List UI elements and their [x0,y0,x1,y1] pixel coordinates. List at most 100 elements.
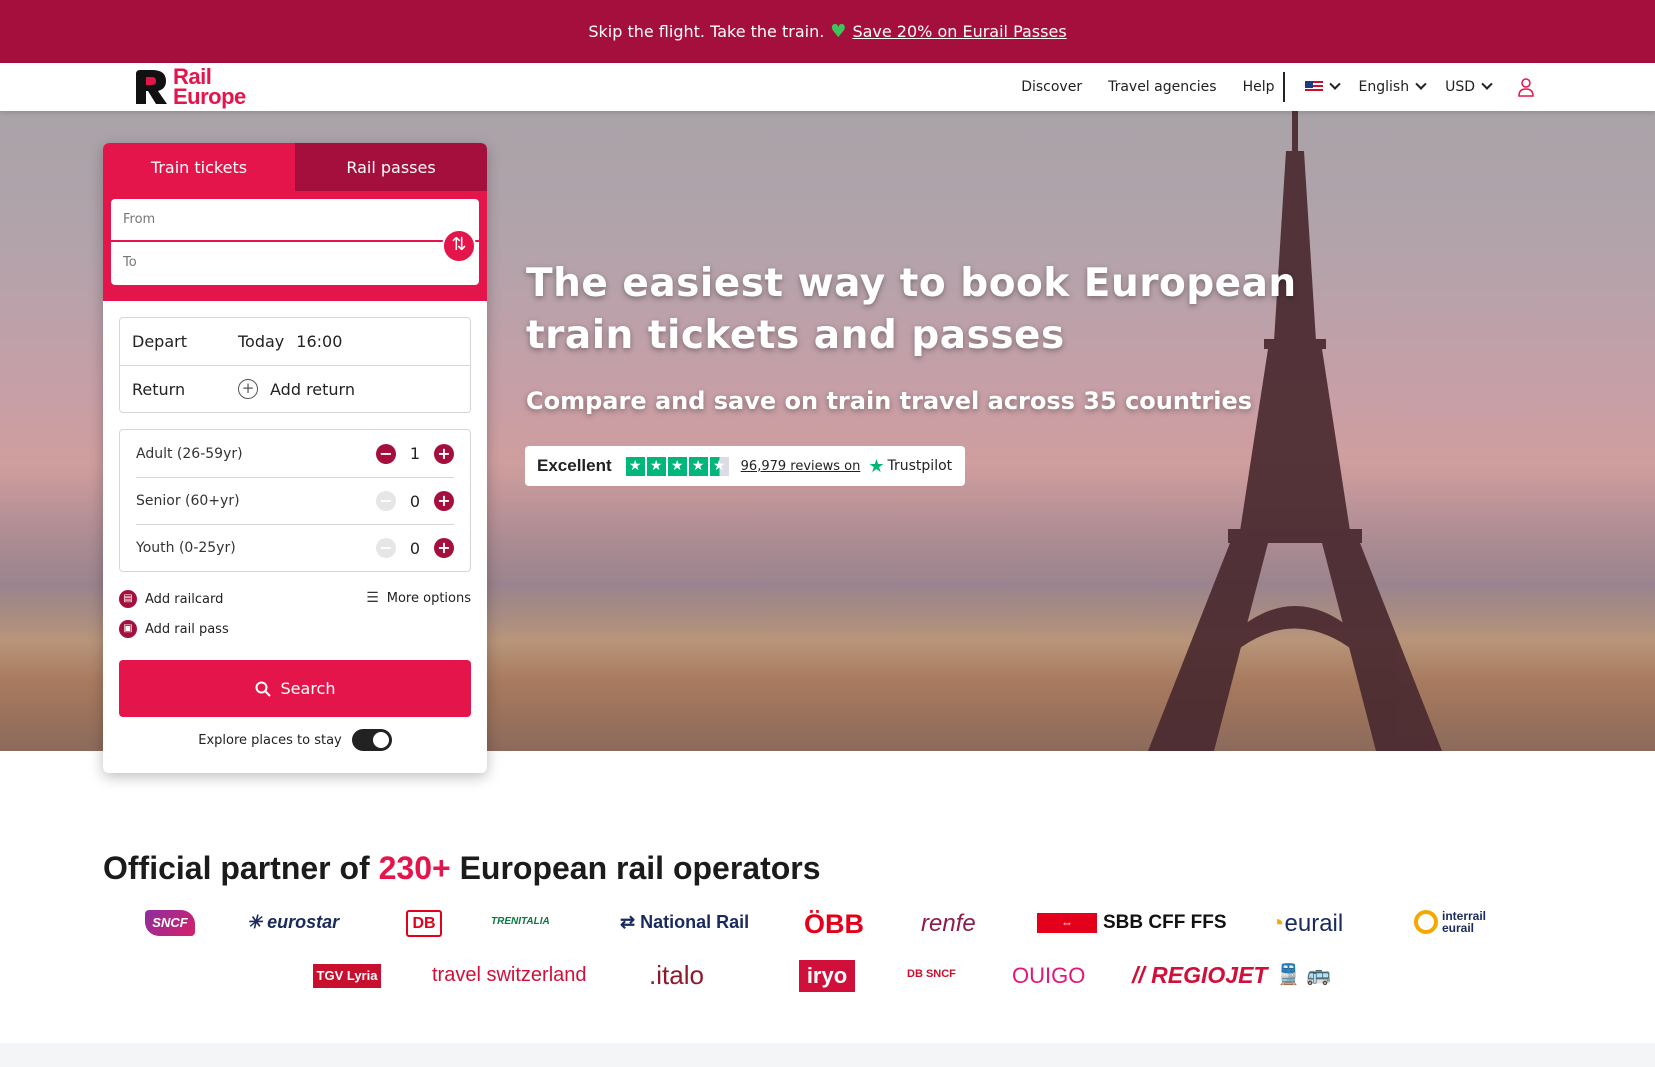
swap-stations-button[interactable]: ⇅ [442,229,476,263]
decrement-button[interactable]: − [376,443,396,464]
star-icon: ★ [667,456,687,476]
swap-arrows-icon: ⇅ [451,234,467,255]
explore-label: Explore places to stay [198,732,342,748]
language-selector[interactable]: English [1358,78,1427,95]
language-label: English [1358,79,1410,95]
trenitalia-logo: TRENITALIA [491,916,550,927]
trustpilot-star-icon: ★ [868,455,885,477]
passenger-row-adult: Adult (26-59yr) − 1 + [136,430,454,477]
from-input[interactable]: From [111,199,479,242]
od-box: From To ⇅ [111,199,479,285]
renfe-logo: renfe [921,910,976,937]
passenger-count: 0 [409,538,421,558]
tab-rail-passes[interactable]: Rail passes [295,143,487,191]
chevron-down-icon [1481,78,1493,90]
partner-logos-row2: TGV Lyria travel switzerland .italo iryo… [0,960,1655,992]
obb-logo: ÖBB [804,909,864,939]
currency-label: USD [1445,79,1475,95]
trustpilot-stars: ★ ★ ★ ★ ★ [625,456,729,476]
to-input[interactable]: To [111,242,479,285]
regiojet-logo: // REGIOJET [1132,962,1268,988]
widget-tabs: Train tickets Rail passes [103,143,487,191]
partner-logos-row1: SNCF ✳ eurostar DB TRENITALIA ⇄ National… [0,908,1655,940]
partners-title-count: 230+ [378,850,451,886]
add-rail-pass-button[interactable]: ▣ Add rail pass [119,620,229,638]
passenger-row-senior: Senior (60+yr) − 0 + [136,477,454,524]
promo-link[interactable]: Save 20% on Eurail Passes [852,22,1066,41]
star-icon: ★ [646,456,666,476]
add-railcard-button[interactable]: ▤ Add railcard [119,590,223,608]
extra-options: ▤ Add railcard ☰ More options ▣ Add rail… [119,588,471,644]
country-selector[interactable] [1304,78,1341,93]
decrement-button[interactable]: − [376,491,396,511]
increment-button[interactable]: + [434,538,454,558]
trustpilot-reviews-link[interactable]: 96,979 reviews on [741,459,861,474]
sbb-logo: ⇔ SBB CFF FFS [1037,912,1227,934]
sbb-text: SBB CFF FFS [1103,912,1227,933]
currency-selector[interactable]: USD [1445,78,1493,95]
trustpilot-logo: ★ Trustpilot [868,456,952,477]
logo-line2: Europe [173,84,246,109]
interrail-mark-icon [1414,910,1438,934]
eurail-logo: ◔eurail [1270,910,1343,938]
footer-strip [0,1043,1655,1067]
return-row[interactable]: Return + Add return [120,365,470,412]
more-options-button[interactable]: ☰ More options [366,590,471,606]
dates-box: Depart Today 16:00 Return + Add return [119,317,471,413]
increment-button[interactable]: + [434,443,454,464]
green-heart-icon: ♥ [830,21,847,42]
hero-subheading: Compare and save on train travel across … [526,387,1253,415]
star-icon: ★ [688,456,708,476]
travel-switzerland-logo: travel switzerland [432,964,587,986]
interrail-text: interrail eurail [1442,909,1487,935]
railcard-icon: ▤ [119,590,137,608]
sliders-icon: ☰ [366,590,379,606]
search-icon [255,681,271,697]
star-icon: ★ [625,456,645,476]
partners-title: Official partner of 230+ European rail o… [103,850,821,887]
nav-travel-agencies[interactable]: Travel agencies [1108,79,1217,95]
ouigo-logo: OUIGO [1012,963,1086,988]
explore-stays: Explore places to stay [103,729,487,751]
user-account-icon[interactable] [1517,77,1535,97]
tab-train-tickets[interactable]: Train tickets [103,143,295,191]
rail-europe-logo[interactable]: Rail Europe [134,66,258,109]
depart-label: Depart [132,332,187,351]
partners-title-suffix: European rail operators [459,850,821,886]
partners-title-prefix: Official partner of [103,850,370,886]
add-rail-pass-label: Add rail pass [145,621,229,637]
trustpilot-widget[interactable]: Excellent ★ ★ ★ ★ ★ 96,979 reviews on ★ … [525,446,965,486]
passenger-label: Youth (0-25yr) [136,540,236,556]
db-sncf-logo: DB SNCF [907,968,956,980]
nav-discover[interactable]: Discover [1021,79,1082,95]
logo-text: Rail Europe [173,66,246,109]
increment-button[interactable]: + [434,491,454,511]
passenger-count: 1 [409,444,421,463]
add-return-button[interactable]: Add return [270,380,355,399]
tgv-lyria-logo: TGV Lyria [313,964,381,988]
half-star-icon: ★ [709,456,729,476]
eurostar-logo: ✳ eurostar [247,912,340,932]
national-rail-text: National Rail [640,912,750,932]
origin-destination: From To ⇅ [103,191,487,301]
promo-banner: Skip the flight. Take the train. ♥ Save … [0,0,1655,63]
more-options-label: More options [386,590,471,606]
interrail-logo: interrail eurail [1414,910,1498,934]
decrement-button[interactable]: − [376,538,396,558]
italo-logo: .italo [649,960,704,990]
top-nav: Discover Travel agencies Help English US… [995,63,1535,111]
bus-icon: 🚌 [1306,964,1331,986]
passenger-label: Senior (60+yr) [136,493,240,509]
us-flag-icon [1304,81,1323,93]
regiojet-text: REGIOJET [1151,962,1268,988]
national-rail-logo: ⇄ National Rail [620,912,750,932]
train-icon: 🚆 [1276,964,1301,986]
trustpilot-brand: Trustpilot [887,458,953,474]
explore-stays-toggle[interactable] [351,729,392,751]
nav-help[interactable]: Help [1243,79,1275,95]
passengers-box: Adult (26-59yr) − 1 + Senior (60+yr) − 0… [119,429,471,572]
passenger-count: 0 [409,491,421,511]
search-button[interactable]: Search [119,660,471,717]
depart-row[interactable]: Depart Today 16:00 [120,318,470,365]
add-railcard-label: Add railcard [145,591,224,607]
